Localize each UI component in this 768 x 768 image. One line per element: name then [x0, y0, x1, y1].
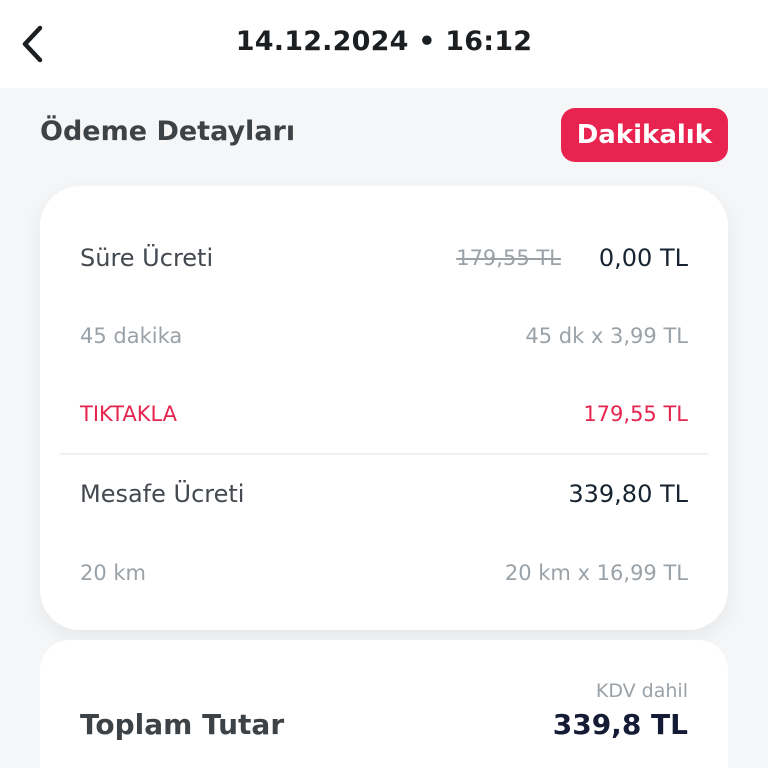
divider: [60, 453, 708, 455]
total-label: Toplam Tutar: [80, 708, 285, 741]
total-amount: 339,8 TL: [552, 708, 688, 741]
distance-calculation: 20 km x 16,99 TL: [504, 561, 688, 585]
duration-minutes: 45 dakika: [80, 324, 183, 348]
campaign-discount: 179,55 TL: [583, 402, 688, 426]
duration-fee-amount: 0,00 TL: [598, 244, 688, 272]
distance-fee-amount: 339,80 TL: [568, 480, 688, 508]
payment-details-screen: 14.12.2024 • 16:12 Ödeme Detayları Dakik…: [0, 0, 768, 768]
pricing-type-badge: Dakikalık: [560, 108, 728, 162]
campaign-label: TIKTAKLA: [80, 402, 178, 426]
duration-fee-label: Süre Ücreti: [80, 244, 214, 272]
duration-fee-values: 179,55 TL 0,00 TL: [456, 244, 688, 272]
payment-breakdown-card: Süre Ücreti 179,55 TL 0,00 TL 45 dakika …: [40, 186, 728, 630]
total-card: KDV dahil Toplam Tutar 339,8 TL: [40, 640, 728, 768]
tax-included-note: KDV dahil: [595, 680, 688, 702]
section-title: Ödeme Detayları: [40, 116, 296, 147]
duration-calculation: 45 dk x 3,99 TL: [525, 324, 688, 348]
duration-detail-row: 45 dakika 45 dk x 3,99 TL: [80, 318, 688, 354]
campaign-row: TIKTAKLA 179,55 TL: [80, 396, 688, 432]
distance-detail-row: 20 km 20 km x 16,99 TL: [80, 555, 688, 591]
duration-fee-original: 179,55 TL: [456, 246, 561, 270]
duration-fee-row: Süre Ücreti 179,55 TL 0,00 TL: [80, 238, 688, 278]
distance-fee-row: Mesafe Ücreti 339,80 TL: [80, 474, 688, 514]
trip-datetime-title: 14.12.2024 • 16:12: [235, 26, 533, 57]
distance-fee-label: Mesafe Ücreti: [80, 480, 245, 508]
distance-km: 20 km: [80, 561, 147, 585]
top-bar: 14.12.2024 • 16:12: [0, 0, 768, 88]
